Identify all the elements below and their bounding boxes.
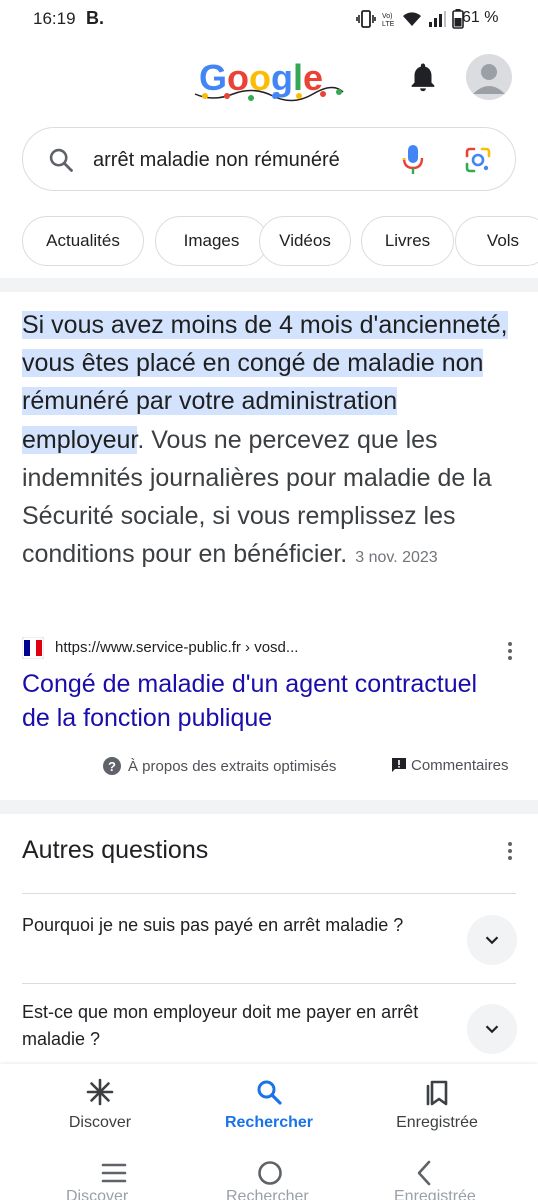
nav-discover[interactable]: Discover xyxy=(30,1064,170,1144)
ghost-label: Discover xyxy=(66,1188,129,1200)
site-favicon-icon xyxy=(22,637,44,659)
expand-button[interactable] xyxy=(467,1004,517,1054)
search-input[interactable] xyxy=(93,146,393,174)
source-row[interactable]: https://www.service-public.fr › vosd... xyxy=(22,636,516,660)
recents-icon[interactable] xyxy=(100,1161,128,1185)
nav-rechercher[interactable]: Rechercher xyxy=(199,1064,339,1144)
expand-button[interactable] xyxy=(467,915,517,965)
paa-question-text: Pourquoi je ne suis pas payé en arrêt ma… xyxy=(22,915,404,935)
signal-icon xyxy=(429,11,446,27)
paa-more-options-icon[interactable] xyxy=(498,839,522,863)
svg-text:Vo): Vo) xyxy=(382,13,393,20)
feedback-comments-link[interactable]: Commentaires xyxy=(390,756,509,774)
search-icon[interactable] xyxy=(47,146,75,174)
section-divider xyxy=(0,278,538,292)
snippet-date: 3 nov. 2023 xyxy=(355,549,438,567)
bookmarks-icon xyxy=(426,1080,448,1106)
feedback-icon xyxy=(392,758,406,772)
paa-question-item[interactable]: Pourquoi je ne suis pas payé en arrêt ma… xyxy=(22,893,517,983)
search-icon xyxy=(257,1080,282,1105)
home-icon[interactable] xyxy=(256,1159,284,1187)
search-filter-chips: Actualités Images Vidéos Livres Vols xyxy=(22,216,538,266)
help-icon: ? xyxy=(103,757,121,775)
paa-question-item[interactable]: Est-ce que mon employeur doit me payer e… xyxy=(22,983,517,1073)
search-box[interactable] xyxy=(22,127,516,191)
section-divider xyxy=(0,800,538,814)
comments-label: Commentaires xyxy=(411,756,509,774)
status-time: 16:19 xyxy=(33,9,76,28)
paa-question-text: Est-ce que mon employeur doit me payer e… xyxy=(22,1002,419,1049)
account-avatar[interactable] xyxy=(466,54,512,100)
notification-bell-icon[interactable] xyxy=(406,60,440,94)
people-also-ask-title: Autres questions xyxy=(22,836,209,864)
source-url: https://www.service-public.fr › vosd... xyxy=(55,639,299,656)
app-badge: B. xyxy=(86,8,104,28)
account-avatar-icon xyxy=(473,64,505,94)
chip-livres[interactable]: Livres xyxy=(361,216,454,266)
vibrate-icon xyxy=(356,10,376,28)
featured-snippet-text: Si vous avez moins de 4 mois d'anciennet… xyxy=(22,306,516,577)
result-title-link[interactable]: Congé de maladie d'un agent contractuel … xyxy=(22,667,502,735)
chevron-down-icon xyxy=(485,936,499,945)
nav-enregistree-label: Enregistrée xyxy=(396,1114,478,1131)
nav-enregistree[interactable]: Enregistrée xyxy=(367,1064,507,1144)
volte-icon: Vo)LTE xyxy=(382,13,395,28)
svg-text:LTE: LTE xyxy=(382,21,395,28)
more-options-icon[interactable] xyxy=(498,639,522,663)
chip-vols[interactable]: Vols xyxy=(455,216,538,266)
google-lens-icon[interactable] xyxy=(463,145,493,175)
bottom-navigation: Discover Rechercher Enregistrée xyxy=(0,1064,538,1144)
chip-videos[interactable]: Vidéos xyxy=(259,216,351,266)
back-icon[interactable] xyxy=(414,1159,434,1187)
about-snippets-link[interactable]: ? À propos des extraits optimisés xyxy=(102,756,336,776)
chip-images[interactable]: Images xyxy=(155,216,268,266)
about-snippets-label: À propos des extraits optimisés xyxy=(128,757,337,775)
wifi-icon xyxy=(403,12,421,26)
asterisk-icon xyxy=(86,1078,114,1106)
svg-text:?: ? xyxy=(108,759,116,774)
status-bar: 16:19 B. Vo) LTE 61 % xyxy=(0,0,538,40)
chip-actualites[interactable]: Actualités xyxy=(22,216,144,266)
battery-percent: 61 % xyxy=(462,9,499,26)
system-navigation-bar: Discover Rechercher Enregistrée xyxy=(0,1144,538,1200)
ghost-label: Enregistrée xyxy=(394,1188,476,1200)
nav-rechercher-label: Rechercher xyxy=(224,1114,314,1131)
nav-discover-label: Discover xyxy=(68,1114,132,1131)
chevron-down-icon xyxy=(485,1025,499,1034)
mic-icon[interactable] xyxy=(401,143,425,177)
status-icons: Vo) LTE xyxy=(356,8,464,30)
google-doodle-logo[interactable]: Google xyxy=(193,56,345,104)
ghost-label: Rechercher xyxy=(226,1188,309,1200)
